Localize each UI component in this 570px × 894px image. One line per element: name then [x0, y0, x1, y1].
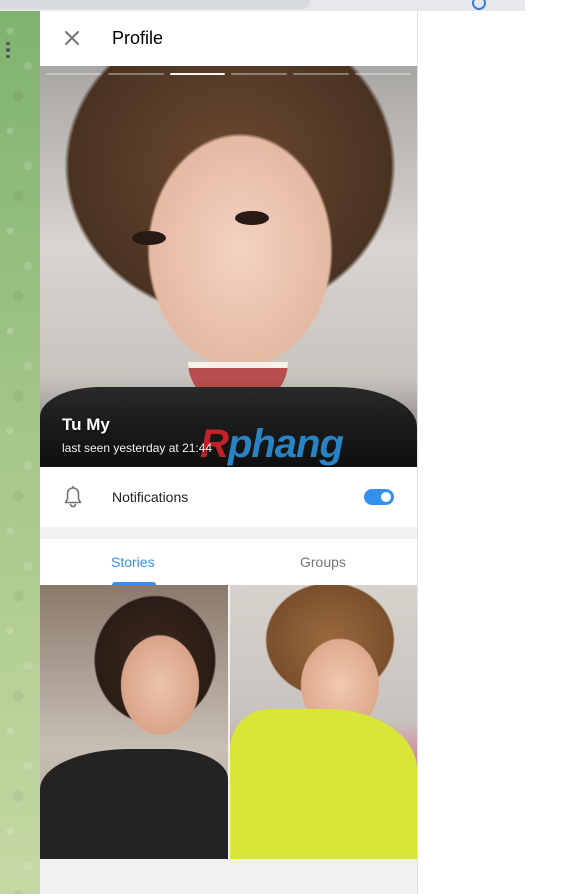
photo-detail — [40, 749, 228, 859]
close-button[interactable] — [60, 26, 84, 50]
notifications-row[interactable]: Notifications — [40, 467, 417, 527]
page-title: Profile — [112, 28, 164, 48]
story-segment[interactable] — [355, 73, 411, 75]
photo-detail — [230, 709, 417, 859]
story-progress-bars — [46, 73, 411, 76]
notifications-label: Notifications — [112, 489, 189, 505]
last-seen-status: last seen yesterday at 21:44 — [62, 441, 213, 455]
profile-panel: Profile Rphang Tu My last seen yesterday… — [40, 11, 418, 894]
profile-name: Tu My — [62, 415, 110, 434]
chat-background — [0, 11, 40, 894]
watermark-logo: Rphang — [200, 422, 344, 467]
story-segment[interactable] — [231, 73, 288, 75]
notifications-toggle[interactable] — [364, 489, 394, 505]
story-segment[interactable] — [293, 73, 350, 75]
more-dot — [6, 54, 10, 59]
story-segment-active[interactable] — [169, 73, 226, 75]
photo-detail — [132, 231, 166, 245]
browser-tab[interactable] — [0, 0, 310, 9]
story-segment[interactable] — [46, 73, 102, 75]
more-menu-button[interactable] — [0, 35, 16, 65]
story-thumbnail-2[interactable] — [230, 585, 417, 859]
more-dot — [6, 41, 10, 46]
watermark-rest: phang — [227, 422, 344, 466]
stories-grid — [40, 585, 417, 859]
tab-groups[interactable]: Groups — [228, 539, 416, 585]
tab-stories[interactable]: Stories — [40, 539, 228, 585]
profile-photo[interactable]: Rphang Tu My last seen yesterday at 21:4… — [40, 66, 417, 467]
browser-tab-strip — [0, 0, 525, 11]
toggle-knob — [379, 490, 393, 504]
more-dot — [6, 48, 10, 52]
profile-header: Profile — [40, 11, 417, 66]
tab-groups-label: Groups — [300, 554, 346, 570]
bell-icon — [64, 485, 82, 508]
close-icon — [65, 31, 79, 45]
tab-stories-label: Stories — [111, 554, 155, 570]
story-segment[interactable] — [107, 73, 164, 75]
loading-icon — [472, 0, 486, 10]
chat-background-pattern — [0, 11, 40, 894]
profile-tabs: Stories Groups — [40, 539, 417, 586]
story-thumbnail-1[interactable] — [40, 585, 228, 859]
photo-detail — [235, 211, 269, 225]
